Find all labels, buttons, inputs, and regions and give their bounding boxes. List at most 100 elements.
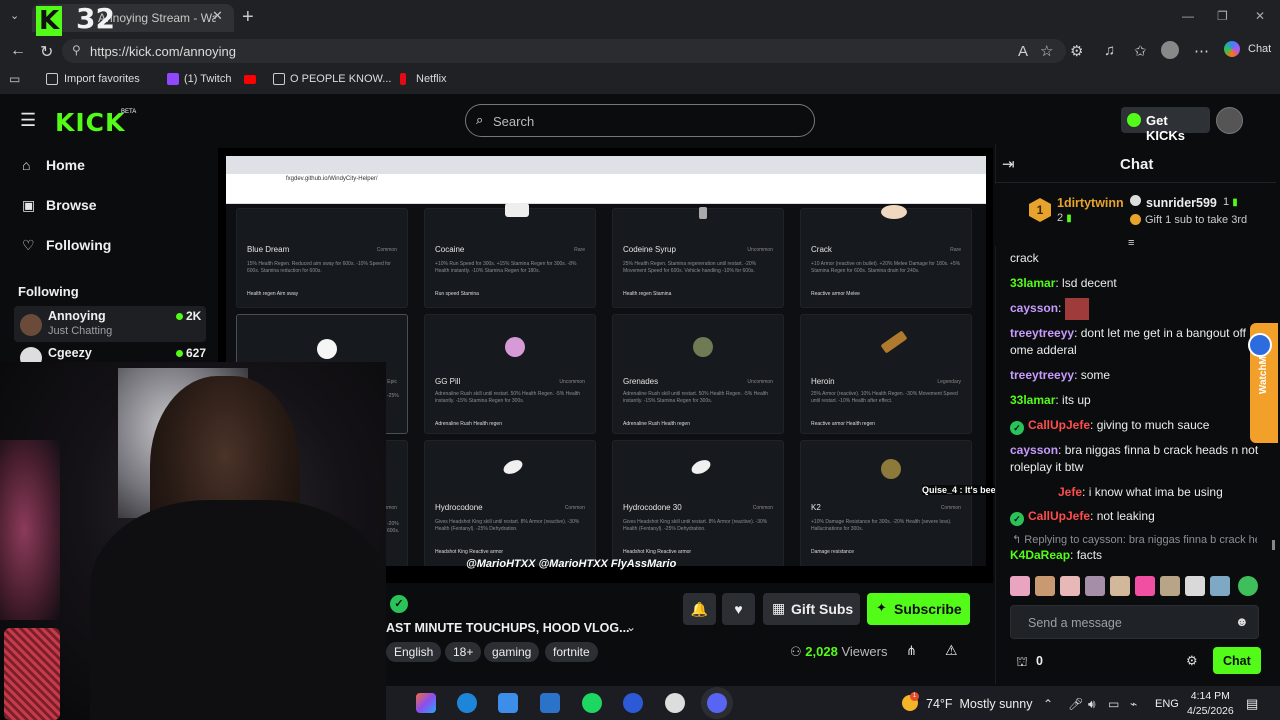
volume-icon[interactable]: 🔊︎	[1088, 697, 1096, 712]
chat-username[interactable]: Jefe	[1058, 485, 1082, 499]
get-kicks-button[interactable]: Get KICKs	[1121, 107, 1210, 143]
tab-list-button[interactable]: ⌄	[10, 9, 19, 22]
minimize-icon[interactable]: —	[1182, 9, 1194, 23]
tag-gaming[interactable]: gaming	[484, 642, 540, 662]
search-input[interactable]: Search	[493, 114, 534, 129]
favorites-icon[interactable]: ✩	[1134, 42, 1147, 60]
emote-button[interactable]	[1160, 576, 1180, 596]
gift-subs-button[interactable]: ▦ Gift Subs	[763, 593, 860, 625]
microphone-icon[interactable]: 🎤︎	[1068, 697, 1083, 711]
emote-button[interactable]	[1135, 576, 1155, 596]
gift-prompt[interactable]: Gift 1 sub to take 3rd	[1145, 214, 1247, 226]
bookmark-twitch[interactable]: (1) Twitch	[184, 73, 231, 85]
webcam-pink-blanket	[0, 440, 60, 620]
collections-icon[interactable]: ▭	[9, 72, 20, 86]
back-icon[interactable]: ←	[10, 42, 26, 60]
user-avatar[interactable]	[1216, 107, 1243, 134]
chat-scrollbar[interactable]	[1272, 540, 1275, 550]
system-clock[interactable]: 4:14 PM 4/25/2026	[1187, 689, 1234, 719]
translate-icon[interactable]	[1248, 333, 1272, 357]
nav-home[interactable]: ⌂ Home	[22, 157, 85, 173]
copilot-chat-label[interactable]: Chat	[1248, 43, 1271, 55]
bookmark-netflix[interactable]: Netflix	[416, 73, 447, 85]
gear-icon[interactable]: ⚙	[1186, 653, 1198, 669]
share-icon[interactable]: ⋔	[906, 643, 917, 659]
chat-username[interactable]: CallUpJefe	[1028, 509, 1090, 523]
chevron-down-icon[interactable]: ⌄	[626, 620, 636, 634]
channel-points-icon[interactable]: ⛫	[1016, 654, 1028, 672]
discord-app-icon[interactable]	[707, 693, 727, 713]
bookmark-import[interactable]: Import favorites	[64, 73, 140, 85]
notification-icon[interactable]: ▤	[1246, 696, 1258, 712]
weather-text[interactable]: 74°F Mostly sunny	[926, 697, 1032, 711]
network-icon[interactable]: ▭	[1108, 697, 1119, 711]
emote-button[interactable]	[1035, 576, 1055, 596]
url-field[interactable]: ⚲ https://kick.com/annoying	[62, 39, 1066, 63]
report-warning-icon[interactable]: ⚠	[945, 642, 958, 659]
copilot-icon[interactable]	[1224, 41, 1240, 57]
favorite-star-icon[interactable]: ☆	[1040, 42, 1053, 60]
profile-avatar[interactable]	[1161, 41, 1179, 59]
tag-fortnite[interactable]: fortnite	[545, 642, 598, 662]
chat-input[interactable]: Send a message ☻	[1010, 605, 1259, 639]
chat-username[interactable]: 33lamar	[1010, 276, 1055, 290]
emote-button[interactable]	[1210, 576, 1230, 596]
language-indicator[interactable]: ENG	[1155, 698, 1179, 710]
extensions-icon[interactable]: ⚙	[1070, 42, 1083, 60]
read-aloud-icon[interactable]: A	[1018, 43, 1028, 60]
photos-app-icon[interactable]	[540, 693, 560, 713]
tag-english[interactable]: English	[386, 642, 442, 662]
subscribe-button[interactable]: ✦ Subscribe	[867, 593, 970, 625]
expand-pinned-icon[interactable]: ≡	[1128, 237, 1134, 249]
clock-app-icon[interactable]	[665, 693, 685, 713]
bookmark-people-know[interactable]: O PEOPLE KNOW...	[290, 73, 391, 85]
chat-username[interactable]: CallUpJefe	[1028, 418, 1090, 432]
search-bar[interactable]: ⌕ Search	[465, 104, 815, 137]
collapse-chat-icon[interactable]: ⇥	[1002, 155, 1015, 173]
close-window-icon[interactable]: ✕	[1255, 9, 1265, 23]
maximize-icon[interactable]: ❐	[1217, 9, 1228, 23]
emote-button[interactable]	[1238, 576, 1258, 596]
chat-username[interactable]: K4DaReap	[1010, 548, 1070, 562]
emote-button[interactable]	[1010, 576, 1030, 596]
leader-name-2[interactable]: sunrider599	[1146, 196, 1217, 210]
spotify-app-icon[interactable]	[582, 693, 602, 713]
emote-button[interactable]	[1085, 576, 1105, 596]
url-text[interactable]: https://kick.com/annoying	[90, 44, 236, 59]
follow-heart-button[interactable]: ♥	[722, 593, 755, 625]
channel-name: Annoying	[48, 309, 106, 323]
new-tab-button[interactable]: +	[242, 6, 254, 29]
chat-username[interactable]: 33lamar	[1010, 393, 1055, 407]
media-icon[interactable]: ♫	[1104, 42, 1115, 59]
send-chat-button[interactable]: Chat	[1213, 647, 1261, 674]
tag-18plus[interactable]: 18+	[445, 642, 482, 662]
emoji-icon[interactable]: ☻	[1235, 614, 1249, 629]
chat-username[interactable]: treeytreeyy	[1010, 368, 1074, 382]
emote-button[interactable]	[1185, 576, 1205, 596]
chat-username[interactable]: caysson	[1010, 301, 1058, 315]
tab-close-icon[interactable]: ✕	[212, 8, 223, 24]
channel-cgeezy[interactable]: Cgeezy 627	[14, 343, 206, 369]
kick-logo[interactable]: KICK	[55, 108, 125, 137]
nav-browse[interactable]: ▣ Browse	[22, 197, 97, 214]
more-menu-icon[interactable]: ⋯	[1194, 42, 1209, 60]
site-info-icon[interactable]: ⚲	[72, 43, 81, 57]
notification-bell-button[interactable]: 🔔	[683, 593, 716, 625]
emote-button[interactable]	[1110, 576, 1130, 596]
chat-username[interactable]: caysson	[1010, 443, 1058, 457]
leader-name-1[interactable]: 1dirtytwinn	[1057, 196, 1124, 210]
ea-app-icon[interactable]	[623, 693, 643, 713]
copilot-app-icon[interactable]	[416, 693, 436, 713]
battery-icon[interactable]: ⌁	[1130, 697, 1137, 711]
channel-annoying[interactable]: Annoying Just Chatting 2K	[14, 306, 206, 342]
nav-following[interactable]: ♡ Following	[22, 237, 111, 254]
emote-image	[1064, 298, 1089, 320]
reload-icon[interactable]: ↻	[40, 42, 53, 62]
chat-username[interactable]: treeytreeyy	[1010, 326, 1074, 340]
chevron-up-icon[interactable]: ⌃	[1043, 697, 1053, 711]
youtube-icon[interactable]	[244, 75, 256, 84]
menu-icon[interactable]: ☰	[20, 110, 36, 131]
edge-app-icon[interactable]	[457, 693, 477, 713]
emote-button[interactable]	[1060, 576, 1080, 596]
store-app-icon[interactable]	[498, 693, 518, 713]
